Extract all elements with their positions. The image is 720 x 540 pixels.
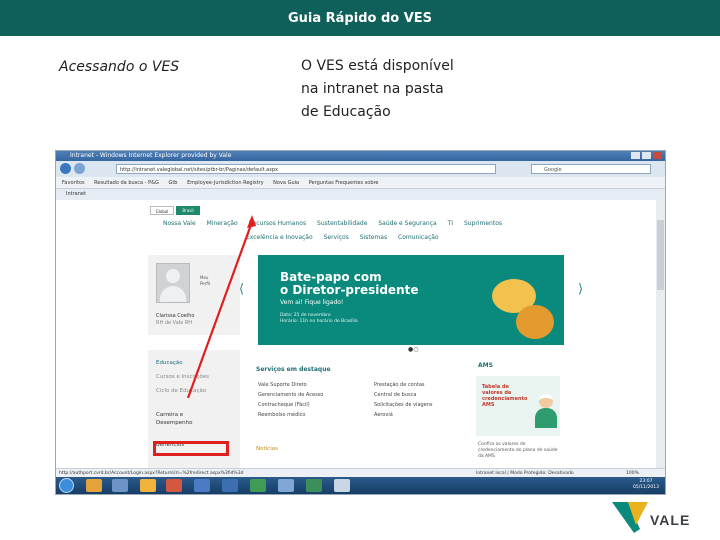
outlook-icon[interactable] bbox=[222, 479, 238, 492]
address-input[interactable]: http://intranet.valeglobal.net/sites/ptb… bbox=[116, 164, 496, 174]
services-title: Serviços em destaque bbox=[256, 366, 331, 373]
menu-item[interactable]: Comunicação bbox=[398, 234, 439, 241]
profile-card: Meu Perfil Clarissa Coelho RH de Vale RH bbox=[148, 255, 240, 335]
highlight-box bbox=[153, 441, 229, 456]
noticias-heading[interactable]: Notícias bbox=[256, 446, 278, 452]
favorites-item[interactable]: Employee-Jurisdiction Registry bbox=[187, 180, 264, 186]
taskbar: 23:07 05/11/2013 bbox=[56, 477, 665, 494]
favorites-bar: Favoritos Resultado da busca - P&G Gtb E… bbox=[56, 177, 665, 189]
app-icon[interactable] bbox=[278, 479, 294, 492]
excel-icon[interactable] bbox=[306, 479, 322, 492]
maximize-icon[interactable] bbox=[642, 152, 651, 159]
banner[interactable]: Bate-papo com o Diretor-presidente Vem a… bbox=[258, 255, 564, 345]
banner-title: Bate-papo com o Diretor-presidente bbox=[280, 270, 419, 297]
ie-icon[interactable] bbox=[194, 479, 210, 492]
service-link[interactable]: Reembolso médico bbox=[258, 412, 305, 418]
app-icon[interactable] bbox=[334, 479, 350, 492]
carousel-prev-icon[interactable]: ⟨ bbox=[239, 282, 244, 297]
powerpoint-icon[interactable] bbox=[166, 479, 182, 492]
menu-item[interactable]: Nossa Vale bbox=[163, 220, 196, 227]
minimize-icon[interactable] bbox=[631, 152, 640, 159]
menu-item[interactable]: Sustentabilidade bbox=[317, 220, 367, 227]
nav-item-desempenho[interactable]: Desempenho bbox=[156, 420, 192, 427]
clock: 23:07 05/11/2013 bbox=[633, 479, 659, 490]
favorites-item[interactable]: Nova Guia bbox=[273, 180, 299, 186]
favorites-item[interactable]: Perguntas Frequentes sobre bbox=[309, 180, 379, 186]
ams-footer: Confira os valores de credenciamento do … bbox=[478, 442, 558, 459]
nav-item-carreira[interactable]: Carreira e bbox=[156, 412, 183, 419]
browser-screenshot: Intranet - Windows Internet Explorer pro… bbox=[55, 150, 666, 495]
vale-logo-text: VALE bbox=[650, 512, 691, 528]
window-controls bbox=[631, 152, 662, 159]
close-icon[interactable] bbox=[653, 152, 662, 159]
forward-icon[interactable] bbox=[74, 163, 85, 174]
banner-subtitle: Vem ai! Fique ligado! bbox=[280, 299, 344, 306]
menu-item[interactable]: Serviços bbox=[324, 234, 349, 241]
carousel-next-icon[interactable]: ⟩ bbox=[578, 282, 583, 297]
nurse-icon bbox=[534, 394, 558, 428]
nav-item-ciclo[interactable]: Ciclo de Educação bbox=[156, 388, 206, 395]
address-bar-row: http://intranet.valeglobal.net/sites/ptb… bbox=[56, 161, 665, 177]
secondary-menu: Excelência e Inovação Serviços Sistemas … bbox=[246, 234, 546, 241]
service-link[interactable]: Vale Suporte Direto bbox=[258, 382, 307, 388]
ams-widget: AMS Tabela de valores de credenciamento … bbox=[474, 362, 562, 462]
services-section: Serviços em destaque Vale Suporte Direto… bbox=[256, 362, 476, 462]
menu-item[interactable]: Saúde e Segurança bbox=[378, 220, 436, 227]
vertical-scrollbar[interactable] bbox=[656, 200, 665, 468]
banner-details: Data: 25 de novembro Horário: 11h no hor… bbox=[280, 313, 358, 324]
menu-item[interactable]: Sistemas bbox=[360, 234, 387, 241]
tab-brasil[interactable]: Brasil bbox=[176, 206, 200, 215]
app-icon[interactable] bbox=[250, 479, 266, 492]
back-icon[interactable] bbox=[60, 163, 71, 174]
tab-global[interactable]: Global bbox=[150, 206, 174, 215]
favorites-item[interactable]: Favoritos bbox=[62, 180, 85, 186]
section-label: Acessando o VES bbox=[59, 59, 180, 75]
favorites-item[interactable]: Resultado da busca - P&G bbox=[94, 180, 159, 186]
search-input[interactable]: Google bbox=[531, 164, 651, 174]
intranet-page: Global Brasil Nossa Vale Mineração Recur… bbox=[56, 200, 656, 468]
service-link[interactable]: Prestação de contas bbox=[374, 382, 425, 388]
service-link[interactable]: Contracheque (Fácil) bbox=[258, 402, 310, 408]
service-link[interactable]: Solicitações de viagens bbox=[374, 402, 433, 408]
menu-item[interactable]: Suprimentos bbox=[464, 220, 502, 227]
service-link[interactable]: Central de busca bbox=[374, 392, 416, 398]
header-title: Guia Rápido do VES bbox=[287, 10, 433, 26]
folder-icon[interactable] bbox=[140, 479, 156, 492]
header-bar: Guia Rápido do VES bbox=[0, 0, 720, 36]
avatar[interactable] bbox=[156, 263, 190, 303]
nav-item-educacao[interactable]: Educação bbox=[156, 360, 183, 367]
profile-meta[interactable]: Meu Perfil bbox=[200, 275, 210, 287]
nav-item-cursos[interactable]: Cursos e Inscrições bbox=[156, 374, 209, 381]
ams-card-text: Tabela de valores de credenciamento AMS bbox=[482, 384, 528, 408]
carousel-dots[interactable]: ●○ bbox=[408, 346, 418, 353]
ams-title: AMS bbox=[478, 362, 493, 369]
chrome-icon[interactable] bbox=[86, 479, 102, 492]
service-link[interactable]: Aeroviá bbox=[374, 412, 393, 418]
ams-card[interactable]: Tabela de valores de credenciamento AMS bbox=[476, 376, 560, 436]
primary-menu: Nossa Vale Mineração Recursos Humanos Su… bbox=[163, 220, 583, 227]
window-title: Intranet - Windows Internet Explorer pro… bbox=[56, 151, 665, 161]
description-text: O VES está disponível na intranet na pas… bbox=[301, 58, 454, 120]
speech-bubble-icon bbox=[516, 305, 554, 339]
favorites-item[interactable]: Gtb bbox=[168, 180, 177, 186]
menu-item[interactable]: Recursos Humanos bbox=[249, 220, 306, 227]
menu-item[interactable]: TI bbox=[448, 220, 453, 227]
menu-item[interactable]: Mineração bbox=[207, 220, 238, 227]
start-button[interactable] bbox=[59, 478, 74, 493]
browser-tab[interactable]: Intranet bbox=[56, 189, 665, 200]
service-link[interactable]: Gerenciamento de Acesso bbox=[258, 392, 323, 398]
explorer-icon[interactable] bbox=[112, 479, 128, 492]
menu-item[interactable]: Excelência e Inovação bbox=[246, 234, 313, 241]
profile-name: Clarissa Coelho RH de Vale RH bbox=[156, 313, 195, 326]
